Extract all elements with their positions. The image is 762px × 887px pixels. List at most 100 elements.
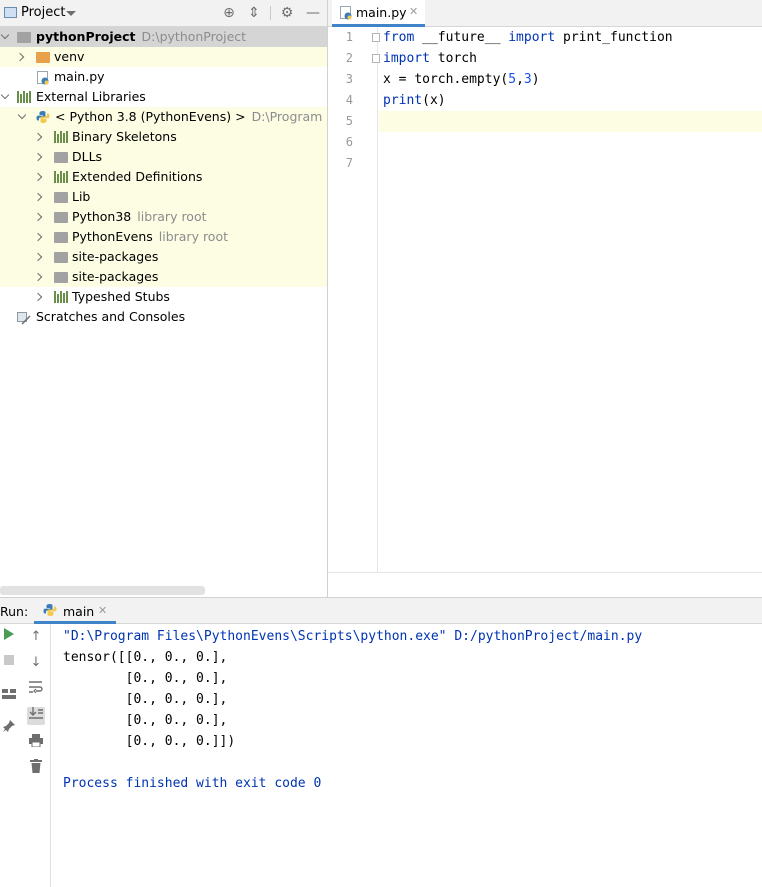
tree-item-lib[interactable]: Lib: [0, 187, 327, 207]
tree-item-label: site-packages: [72, 249, 159, 264]
tree-item-label: site-packages: [72, 269, 159, 284]
code-token: from: [383, 30, 415, 45]
hide-icon[interactable]: —: [305, 5, 321, 21]
tree-item-pythonproject[interactable]: pythonProject D:\pythonProject: [0, 27, 327, 47]
run-panel-header: Run: main ✕: [0, 598, 762, 624]
fold-marker-icon[interactable]: [372, 33, 380, 42]
code-line: from __future__ import print_function: [383, 27, 673, 48]
line-number: 1: [345, 30, 353, 44]
tree-item-label: DLLs: [72, 149, 103, 164]
tree-item-label: Python38: [72, 209, 132, 224]
tree-item-label: venv: [54, 49, 85, 64]
chevron-down-icon[interactable]: [17, 110, 27, 120]
tree-item-label: main.py: [54, 69, 105, 84]
close-icon[interactable]: ✕: [98, 604, 107, 617]
tree-item-label: Lib: [72, 189, 91, 204]
tree-item-label: Typeshed Stubs: [72, 289, 170, 304]
console-line: [0., 0., 0.],: [63, 692, 228, 707]
line-number: 4: [345, 93, 353, 107]
python-file-icon: [37, 71, 50, 85]
tree-item-site-packages[interactable]: site-packages: [0, 247, 327, 267]
chevron-down-icon[interactable]: [66, 11, 76, 16]
code-line: print(x): [383, 90, 446, 111]
line-number: 6: [345, 135, 353, 149]
tree-item-label: Extended Definitions: [72, 169, 203, 184]
stop-icon[interactable]: [0, 653, 18, 671]
python-file-icon: [340, 6, 353, 23]
tree-item-typeshed-stubs[interactable]: Typeshed Stubs: [0, 287, 327, 307]
tree-item-site-packages-2[interactable]: site-packages: [0, 267, 327, 287]
run-toolbar: ↑ ↓: [0, 624, 51, 887]
toolbar-divider: [270, 6, 271, 20]
code-token: import: [508, 30, 556, 45]
chevron-right-icon[interactable]: [33, 292, 43, 302]
console-output[interactable]: "D:\Program Files\PythonEvens\Scripts\py…: [63, 624, 753, 887]
project-view-selector[interactable]: Project: [21, 5, 65, 20]
tree-item-venv[interactable]: venv: [0, 47, 327, 67]
chevron-right-icon[interactable]: [33, 212, 43, 222]
library-icon: [54, 291, 68, 303]
fold-marker-icon[interactable]: [372, 54, 380, 63]
horizontal-scrollbar[interactable]: [0, 586, 205, 595]
tree-item-dlls[interactable]: DLLs: [0, 147, 327, 167]
rerun-icon[interactable]: [0, 627, 18, 645]
run-label: Run:: [0, 604, 29, 619]
tree-item-label: PythonEvens: [72, 229, 153, 244]
chevron-right-icon[interactable]: [33, 272, 43, 282]
tab-main-py[interactable]: main.py ✕: [332, 0, 425, 27]
console-line: tensor([[0., 0., 0.],: [63, 650, 228, 665]
chevron-down-icon[interactable]: [0, 90, 10, 100]
arrow-up-icon[interactable]: ↑: [27, 628, 45, 646]
project-pane: Project ⊕ ⇕ ⚙ — pythonProject D:\pythonPr…: [0, 0, 328, 597]
folder-icon: [54, 152, 68, 163]
editor-tab-bar: main.py ✕: [328, 0, 762, 27]
arrow-down-icon[interactable]: ↓: [27, 654, 45, 672]
chevron-right-icon[interactable]: [33, 192, 43, 202]
chevron-down-icon[interactable]: [0, 30, 10, 40]
collapse-all-icon[interactable]: ⇕: [246, 5, 262, 21]
chevron-right-icon[interactable]: [33, 132, 43, 142]
code-token: (x): [422, 93, 446, 108]
line-number: 3: [345, 72, 353, 86]
console-line: [0., 0., 0.],: [63, 713, 228, 728]
chevron-right-icon[interactable]: [33, 152, 43, 162]
tree-item-binary-skeletons[interactable]: Binary Skeletons: [0, 127, 327, 147]
scroll-to-end-icon[interactable]: [27, 707, 45, 725]
close-icon[interactable]: ✕: [409, 5, 418, 18]
tree-item-label: External Libraries: [36, 89, 146, 104]
tree-item-main-py[interactable]: main.py: [0, 67, 327, 87]
chevron-right-icon[interactable]: [33, 232, 43, 242]
project-pane-header: Project ⊕ ⇕ ⚙ —: [0, 0, 327, 27]
tab-label: main.py: [356, 5, 407, 20]
line-number: 7: [345, 156, 353, 170]
chevron-right-icon[interactable]: [15, 52, 25, 62]
line-number-gutter: 1 2 3 4 5 6 7: [328, 27, 380, 572]
gear-icon[interactable]: ⚙: [279, 5, 295, 21]
tree-item-pythonevens[interactable]: PythonEvens library root: [0, 227, 327, 247]
folder-icon: [54, 272, 68, 283]
line-number: 2: [345, 51, 353, 65]
current-line-highlight: [379, 111, 762, 132]
tree-item-scratches[interactable]: Scratches and Consoles: [0, 307, 327, 327]
soft-wrap-icon[interactable]: [27, 681, 45, 699]
code-token: 5: [508, 72, 517, 87]
tree-item-python38[interactable]: Python38 library root: [0, 207, 327, 227]
tree-item-python-sdk[interactable]: < Python 3.8 (PythonEvens) > D:\Program F…: [0, 107, 327, 127]
folder-icon: [54, 232, 68, 243]
tree-item-external-libraries[interactable]: External Libraries: [0, 87, 327, 107]
chevron-right-icon[interactable]: [33, 252, 43, 262]
run-tab-main[interactable]: main ✕: [34, 598, 116, 624]
code-line: import torch: [383, 48, 477, 69]
print-icon[interactable]: [27, 734, 45, 752]
pin-icon[interactable]: [0, 720, 18, 738]
tree-item-label: pythonProject: [36, 29, 136, 44]
chevron-right-icon[interactable]: [33, 172, 43, 182]
locate-icon[interactable]: ⊕: [221, 5, 237, 21]
tree-item-label: < Python 3.8 (PythonEvens) >: [55, 109, 246, 124]
tree-item-extended-definitions[interactable]: Extended Definitions: [0, 167, 327, 187]
layout-icon[interactable]: [0, 687, 18, 705]
folder-icon: [17, 32, 31, 43]
tree-item-path: D:\pythonProject: [141, 29, 247, 44]
trash-icon[interactable]: [27, 759, 45, 777]
code-token: x =: [383, 72, 415, 87]
